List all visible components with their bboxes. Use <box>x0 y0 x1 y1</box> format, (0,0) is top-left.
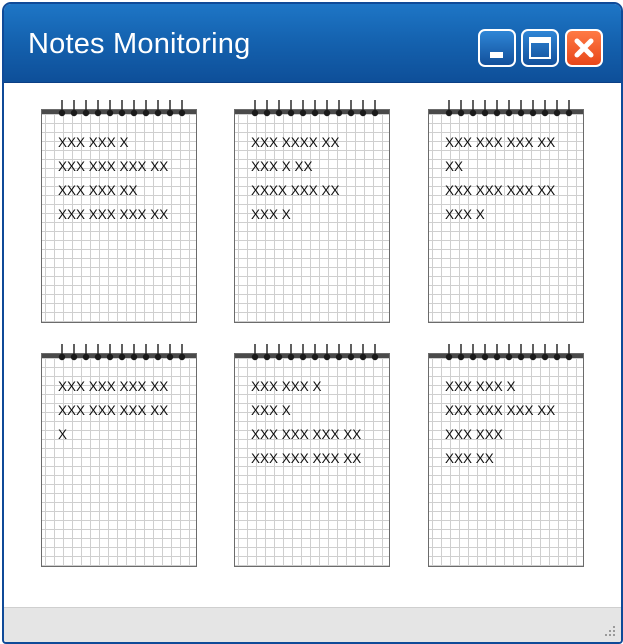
note-line: X <box>58 427 68 442</box>
notes-area: XXX XXX X XXX XXX XXX XX XXX XXX XX XXX XXX… <box>4 82 621 607</box>
note-line: XXX XXX XXX XX <box>251 427 362 442</box>
spiral-binding-icon <box>251 100 379 117</box>
note-line: XXX XX <box>445 451 494 466</box>
spiral-binding-icon <box>251 344 379 361</box>
minimize-button[interactable] <box>478 29 516 67</box>
notes-window: Notes Monitoring XXX XXX X XXX XXX XXX XX… <box>2 2 623 644</box>
note-text: XXX XXXX XX XXX X XX XXXX XXX XX XXX X <box>251 131 391 227</box>
note-text: XXX XXX X XXX XXX XXX XX XXX XXX XXX XX <box>445 375 585 471</box>
note-card[interactable]: XXX XXX X XXX XXX XXX XX XXX XXX XX XXX XXX… <box>41 99 197 323</box>
note-line: XXX XXX X <box>445 379 516 394</box>
title-bar[interactable]: Notes Monitoring <box>4 4 621 82</box>
minimize-icon <box>490 52 503 58</box>
spiral-binding-icon <box>58 344 186 361</box>
note-line: XX <box>445 159 464 174</box>
note-line: XXX XXX XXX XX <box>58 403 169 418</box>
spiral-binding-icon <box>445 100 573 117</box>
status-bar <box>4 607 621 642</box>
spiral-binding-icon <box>58 100 186 117</box>
note-text: XXX XXX X XXX XXX XXX XX XXX XXX XX XXX XXX… <box>58 131 198 227</box>
close-icon <box>574 38 594 58</box>
note-card[interactable]: XXX XXX XXX XX XX XXX XXX XXX XX XXX X <box>428 99 584 323</box>
note-line: XXXX XXX XX <box>251 183 340 198</box>
maximize-button[interactable] <box>521 29 559 67</box>
note-line: XXX XXX XXX XX <box>58 379 169 394</box>
note-line: XXX X <box>251 403 291 418</box>
note-card[interactable]: XXX XXX X XXX X XXX XXX XXX XX XXX XXX XXX … <box>234 343 390 567</box>
note-line: XXX X <box>251 207 291 222</box>
note-line: XXX XXX XXX XX <box>445 135 556 150</box>
resize-grip-icon[interactable] <box>603 624 617 638</box>
note-line: XXX XXX X <box>58 135 129 150</box>
note-line: XXX XXX X <box>251 379 322 394</box>
note-line: XXX XXX XXX XX <box>251 451 362 466</box>
close-button[interactable] <box>565 29 603 67</box>
maximize-icon <box>529 37 551 59</box>
note-line: XXX XXXX XX <box>251 135 340 150</box>
note-text: XXX XXX XXX XX XXX XXX XXX XX X <box>58 375 198 447</box>
note-line: XXX X <box>445 207 485 222</box>
note-line: XXX XXX <box>445 427 503 442</box>
note-card[interactable]: XXX XXXX XX XXX X XX XXXX XXX XX XXX X <box>234 99 390 323</box>
spiral-binding-icon <box>445 344 573 361</box>
note-line: XXX XXX XXX XX <box>445 403 556 418</box>
note-line: XXX XXX XXX XX <box>58 159 169 174</box>
note-line: XXX XXX XXX XX <box>58 207 169 222</box>
note-line: XXX X XX <box>251 159 313 174</box>
note-card[interactable]: XXX XXX XXX XX XXX XXX XXX XX X <box>41 343 197 567</box>
note-text: XXX XXX X XXX X XXX XXX XXX XX XXX XXX XXX … <box>251 375 391 471</box>
window-title: Notes Monitoring <box>28 28 251 60</box>
note-text: XXX XXX XXX XX XX XXX XXX XXX XX XXX X <box>445 131 585 227</box>
note-card[interactable]: XXX XXX X XXX XXX XXX XX XXX XXX XXX XX <box>428 343 584 567</box>
note-line: XXX XXX XX <box>58 183 138 198</box>
note-line: XXX XXX XXX XX <box>445 183 556 198</box>
